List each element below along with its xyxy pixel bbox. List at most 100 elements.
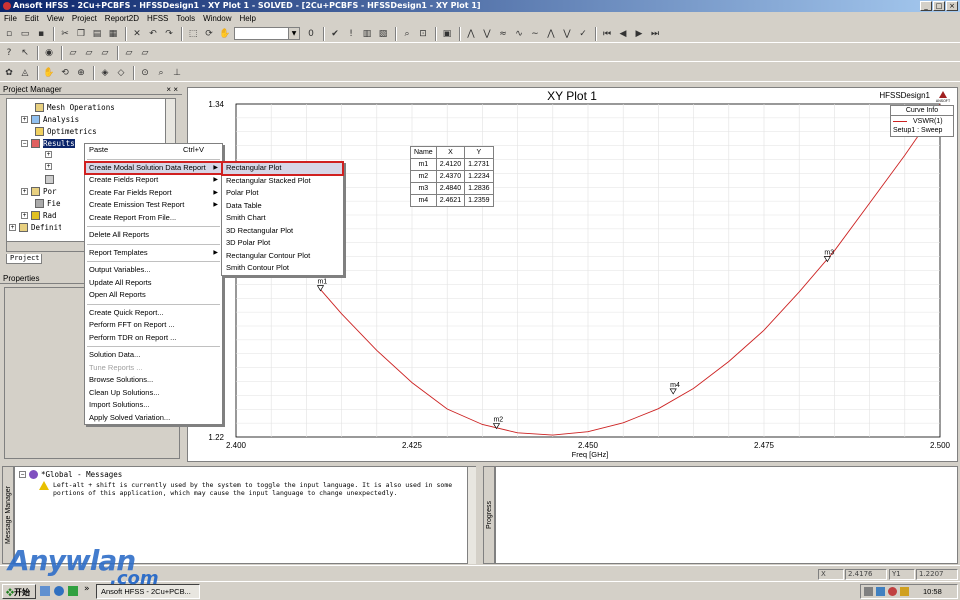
orbit-icon[interactable]: ⟲ <box>58 66 72 80</box>
menu-help[interactable]: Help <box>240 14 256 23</box>
tree-item-results[interactable]: − Results <box>21 139 75 148</box>
paste-icon[interactable]: ▤ <box>90 27 104 41</box>
menu-item-perform-fft[interactable]: Perform FFT on Report ... <box>85 319 222 332</box>
tree-item-mesh-operations[interactable]: Mesh Operations <box>35 103 115 112</box>
menu-item-output-variables[interactable]: Output Variables... <box>85 264 222 277</box>
menu-tools[interactable]: Tools <box>176 14 195 23</box>
menu-item-browse-solutions[interactable]: Browse Solutions... <box>85 374 222 387</box>
menu-item-delete-all-reports[interactable]: Delete All Reports <box>85 229 222 242</box>
zoom-icon[interactable]: ⌕ <box>400 27 414 41</box>
trace-icon-7[interactable]: ⋁ <box>560 27 574 41</box>
fit-icon[interactable]: ⊡ <box>416 27 430 41</box>
view-combo[interactable] <box>234 27 300 40</box>
next-icon[interactable]: ▶ <box>632 27 646 41</box>
tray-icon-1[interactable] <box>864 587 873 596</box>
panel-close-icon[interactable]: × × <box>166 84 178 95</box>
magnify-icon[interactable]: ⌕ <box>154 66 168 80</box>
submenu-item-smith-contour-plot[interactable]: Smith Contour Plot <box>222 262 343 275</box>
view-icon[interactable]: ◉ <box>42 46 56 60</box>
results-icon[interactable]: ▥ <box>360 27 374 41</box>
fit-selection-icon[interactable]: ◇ <box>114 66 128 80</box>
undo-icon[interactable]: ↶ <box>146 27 160 41</box>
prev-icon[interactable]: ◀ <box>616 27 630 41</box>
tree-item-port-field[interactable]: +Port Field Display <box>21 187 57 196</box>
field-icon[interactable]: ▧ <box>376 27 390 41</box>
submenu-item-3d-polar-plot[interactable]: 3D Polar Plot <box>222 237 343 250</box>
trace-icon-2[interactable]: ⋁ <box>480 27 494 41</box>
collapse-icon[interactable]: − <box>19 471 26 478</box>
submenu-item-rectangular-stacked-plot[interactable]: Rectangular Stacked Plot <box>222 175 343 188</box>
start-button[interactable]: ❖开始 <box>2 584 36 599</box>
submenu-item-polar-plot[interactable]: Polar Plot <box>222 187 343 200</box>
submenu-item-rectangular-plot[interactable]: Rectangular Plot <box>221 161 344 176</box>
menu-report2d[interactable]: Report2D <box>105 14 139 23</box>
maximize-button[interactable]: □ <box>933 1 945 11</box>
expand-icon[interactable]: + <box>9 224 16 231</box>
menu-item-clean-up-solutions[interactable]: Clean Up Solutions... <box>85 387 222 400</box>
zoom-in-icon[interactable]: ⊕ <box>74 66 88 80</box>
menu-item-create-emission-test-report[interactable]: Create Emission Test Report ▶ <box>85 199 222 212</box>
menu-item-update-all-reports[interactable]: Update All Reports <box>85 277 222 290</box>
analyze-icon[interactable]: ! <box>344 27 358 41</box>
trace-icon-3[interactable]: ≈ <box>496 27 510 41</box>
hand-icon[interactable]: ✋ <box>42 66 56 80</box>
tray-icon-4[interactable] <box>900 587 909 596</box>
sheet-icon-5[interactable]: ▱ <box>138 46 152 60</box>
model-icon-2[interactable]: ◬ <box>18 66 32 80</box>
open-folder-icon[interactable]: ▭ <box>18 27 32 41</box>
sheet-icon-2[interactable]: ▱ <box>82 46 96 60</box>
context-help-icon[interactable]: ↖ <box>18 46 32 60</box>
last-icon[interactable]: ⏭ <box>648 27 662 41</box>
print-icon[interactable]: ▦ <box>106 27 120 41</box>
tab-project[interactable]: Project <box>6 254 42 264</box>
trace-icon-6[interactable]: ⋀ <box>544 27 558 41</box>
sheet-icon-3[interactable]: ▱ <box>98 46 112 60</box>
sheet-icon-4[interactable]: ▱ <box>122 46 136 60</box>
quicklaunch-icon-3[interactable] <box>68 586 78 596</box>
new-file-icon[interactable]: ▫ <box>2 27 16 41</box>
expand-icon[interactable]: + <box>45 151 52 158</box>
expand-icon[interactable]: + <box>45 163 52 170</box>
expand-icon[interactable]: + <box>21 116 28 123</box>
ie-icon[interactable] <box>54 586 64 596</box>
expand-icon[interactable]: + <box>21 212 28 219</box>
axis-icon[interactable]: ⊥ <box>170 66 184 80</box>
copy-icon[interactable]: ❐ <box>74 27 88 41</box>
menu-item-create-far-fields-report[interactable]: Create Far Fields Report ▶ <box>85 187 222 200</box>
menu-view[interactable]: View <box>47 14 64 23</box>
submenu-item-data-table[interactable]: Data Table <box>222 200 343 213</box>
validate-icon[interactable]: ✔ <box>328 27 342 41</box>
tree-item-plot-2[interactable]: + <box>45 163 52 170</box>
menu-item-create-modal-solution-data-report[interactable]: Create Modal Solution Data Report ▶ <box>84 160 223 175</box>
expand-icon[interactable]: + <box>21 188 28 195</box>
menu-window[interactable]: Window <box>203 14 231 23</box>
tree-item-definitions[interactable]: +Definitions <box>9 223 61 232</box>
submenu-item-3d-rectangular-plot[interactable]: 3D Rectangular Plot <box>222 225 343 238</box>
cut-icon[interactable]: ✂ <box>58 27 72 41</box>
tray-icon-3[interactable] <box>888 587 897 596</box>
rotate-icon[interactable]: ⟳ <box>202 27 216 41</box>
menu-item-create-fields-report[interactable]: Create Fields Report ▶ <box>85 174 222 187</box>
submenu-item-smith-chart[interactable]: Smith Chart <box>222 212 343 225</box>
collapse-icon[interactable]: − <box>21 140 28 147</box>
save-icon[interactable]: ▪ <box>34 27 48 41</box>
tree-item-plot-3[interactable] <box>45 175 54 184</box>
redo-icon[interactable]: ↷ <box>162 27 176 41</box>
menu-project[interactable]: Project <box>72 14 97 23</box>
tree-item-plot[interactable]: + <box>45 151 52 158</box>
model-icon[interactable]: ✿ <box>2 66 16 80</box>
menu-item-open-all-reports[interactable]: Open All Reports <box>85 289 222 302</box>
tree-item-field-overlays[interactable]: Field Overlays <box>35 199 61 208</box>
chevron-icon[interactable]: » <box>84 584 90 594</box>
help-icon[interactable]: ? <box>2 46 16 60</box>
menu-item-report-templates[interactable]: Report Templates ▶ <box>85 247 222 260</box>
messages-header[interactable]: − *Global - Messages <box>19 470 122 479</box>
menu-item-apply-solved-variation[interactable]: Apply Solved Variation... <box>85 412 222 425</box>
trace-icon-5[interactable]: ∼ <box>528 27 542 41</box>
zoom-window-icon[interactable]: ⊙ <box>138 66 152 80</box>
menu-hfss[interactable]: HFSS <box>147 14 168 23</box>
quicklaunch-icon-1[interactable] <box>40 586 50 596</box>
menu-item-perform-tdr[interactable]: Perform TDR on Report ... <box>85 332 222 345</box>
tray-icon-2[interactable] <box>876 587 885 596</box>
pan-icon[interactable]: ✋ <box>218 27 232 41</box>
